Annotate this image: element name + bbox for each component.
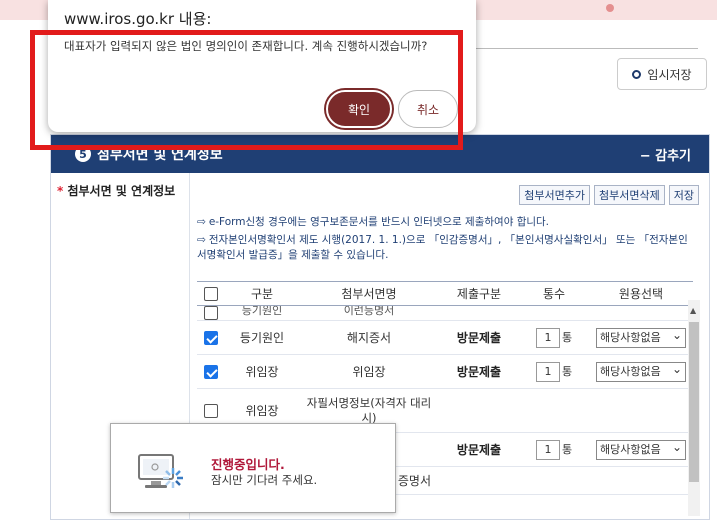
left-label: * 첨부서면 및 연계정보 [57, 184, 176, 198]
table-row: 위임장 위임장 방문제출 1통 해당사항없음 [197, 354, 693, 389]
table-row: 등기원인 이런등명서 [197, 305, 693, 321]
row-checkbox[interactable] [204, 306, 218, 320]
col-header: 원용선택 [589, 281, 693, 306]
count-input[interactable]: 1 [535, 439, 560, 460]
row-checkbox[interactable] [204, 364, 218, 379]
divider [470, 48, 698, 49]
reuse-select[interactable]: 해당사항없음 [596, 360, 686, 382]
notice-1: ⇨ e-Form신청 경우에는 영구보존문서를 반드시 인터넷으로 제출하여야 합… [197, 216, 550, 228]
delete-attachment-button[interactable]: 첨부서면삭제 [594, 185, 665, 205]
loading-computer-icon [138, 454, 183, 488]
save-button[interactable]: 저장 [668, 185, 699, 205]
progress-popup: 진행중입니다. 잠시만 기다려 주세요. [110, 423, 396, 513]
col-header: 통수 [519, 281, 589, 306]
select-all-checkbox[interactable] [204, 286, 218, 301]
highlight-frame [30, 30, 463, 150]
required-icon: * [57, 184, 64, 198]
circle-icon [632, 69, 642, 79]
table-scrollbar[interactable]: ▲ [688, 300, 700, 516]
col-header: 제출구분 [439, 281, 519, 306]
arrow-icon: ⇨ [197, 216, 206, 228]
reuse-select[interactable]: 해당사항없음 [596, 326, 686, 348]
row-checkbox[interactable] [204, 330, 218, 345]
scroll-up-icon[interactable]: ▲ [690, 306, 696, 315]
dialog-site: www.iros.go.kr 내용: [64, 10, 212, 28]
row-checkbox[interactable] [204, 403, 218, 418]
progress-title: 진행중입니다. [211, 457, 285, 472]
count-input[interactable]: 1 [535, 327, 560, 348]
save-temp-label: 임시저장 [647, 67, 692, 82]
scroll-thumb[interactable] [689, 322, 699, 482]
progress-subtitle: 잠시만 기다려 주세요. [211, 473, 318, 487]
col-header: 첨부서면명 [299, 281, 439, 306]
notice-2: ⇨ 전자본인서명확인서 제도 시행(2017. 1. 1.)으로 「인감증명서」,… [197, 234, 688, 261]
arrow-icon: ⇨ [197, 234, 206, 246]
add-attachment-button[interactable]: 첨부서면추가 [519, 185, 591, 205]
count-input[interactable]: 1 [535, 361, 560, 382]
collapse-button[interactable]: − 감추기 [640, 145, 691, 164]
table-header: 구분 첨부서면명 제출구분 통수 원용선택 [197, 281, 693, 306]
save-temp-button[interactable]: 임시저장 [617, 58, 707, 90]
table-row: 등기원인 해지증서 방문제출 1통 해당사항없음 [197, 320, 693, 355]
col-header: 구분 [225, 281, 299, 306]
reuse-select[interactable]: 해당사항없음 [596, 438, 686, 460]
status-dot-icon [606, 4, 614, 12]
attachment-buttons: 첨부서면추가 첨부서면삭제 저장 [519, 185, 699, 205]
